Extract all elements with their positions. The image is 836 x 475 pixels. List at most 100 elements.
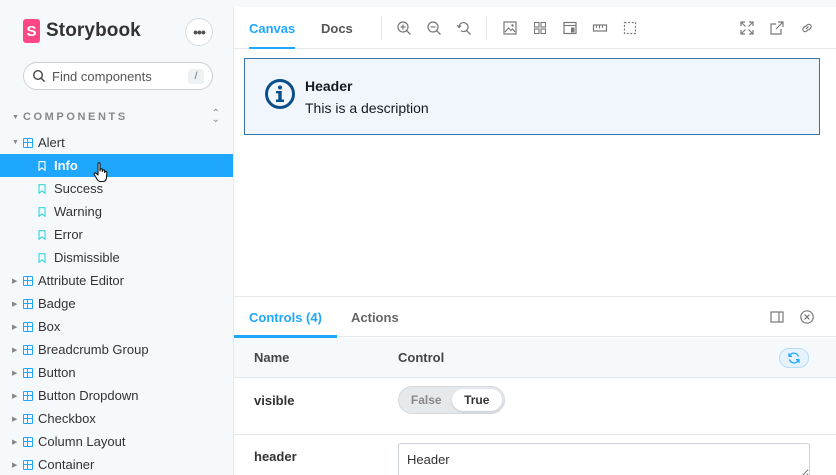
tree-item-button-dropdown[interactable]: ▶ Button Dropdown [0, 384, 233, 407]
tree-item-label: Attribute Editor [38, 273, 124, 288]
control-row-visible: visible False True [234, 378, 836, 435]
tab-controls[interactable]: Controls (4) [234, 297, 337, 338]
reset-controls-button[interactable] [779, 348, 809, 368]
open-new-tab-icon[interactable] [769, 20, 785, 36]
tree-item-label: Button [38, 365, 76, 380]
tree-item-label: Checkbox [38, 411, 96, 426]
brand-name: Storybook [46, 20, 141, 41]
tree-item-attribute-editor[interactable]: ▶ Attribute Editor [0, 269, 233, 292]
alert-header: Header [305, 78, 353, 94]
storybook-brand[interactable]: S Storybook [23, 19, 141, 43]
bookmark-icon [38, 206, 46, 217]
tree-item-label: Column Layout [38, 434, 126, 449]
toggle-true-option[interactable]: True [451, 389, 502, 411]
tree-item-container[interactable]: ▶ Container [0, 453, 233, 475]
background-icon[interactable] [502, 20, 518, 36]
story-item-dismissible[interactable]: Dismissible [0, 246, 233, 269]
sidebar: S Storybook ••• / ▼ COMPONENTS ⌃⌄ ▼ Aler… [0, 0, 233, 475]
story-item-error[interactable]: Error [0, 223, 233, 246]
tree-item-column-layout[interactable]: ▶ Column Layout [0, 430, 233, 453]
sidebar-menu-button[interactable]: ••• [185, 18, 213, 46]
story-item-warning[interactable]: Warning [0, 200, 233, 223]
tree-item-checkbox[interactable]: ▶ Checkbox [0, 407, 233, 430]
toggle-false-option[interactable]: False [401, 389, 452, 411]
bookmark-icon [38, 183, 46, 194]
refresh-icon [788, 352, 800, 364]
control-name: header [254, 449, 297, 464]
tree-item-box[interactable]: ▶ Box [0, 315, 233, 338]
caret-down-icon: ▼ [12, 139, 19, 146]
caret-right-icon: ▶ [12, 392, 18, 400]
component-icon [23, 367, 33, 378]
tree-item-alert[interactable]: ▼ Alert [0, 131, 233, 154]
copy-link-icon[interactable] [799, 20, 815, 36]
story-label: Error [54, 227, 83, 242]
toolbar-divider [486, 16, 487, 40]
alert-description: This is a description [305, 100, 429, 116]
tree-item-badge[interactable]: ▶ Badge [0, 292, 233, 315]
fullscreen-icon[interactable] [739, 20, 755, 36]
tab-docs[interactable]: Docs [321, 7, 353, 49]
bookmark-icon [38, 252, 46, 263]
measure-icon[interactable] [592, 20, 608, 36]
component-icon [23, 344, 33, 355]
tree-item-label: Box [38, 319, 61, 334]
panel-orientation-icon[interactable] [769, 309, 785, 325]
component-icon [23, 390, 33, 401]
story-label: Dismissible [54, 250, 120, 265]
search-box[interactable]: / [23, 62, 213, 90]
bookmark-icon [38, 229, 46, 240]
zoom-reset-icon[interactable] [456, 20, 472, 36]
tree-item-button[interactable]: ▶ Button [0, 361, 233, 384]
caret-down-icon: ▼ [12, 113, 19, 121]
search-shortcut-badge: / [188, 68, 204, 84]
tree-item-label: Alert [38, 135, 65, 150]
caret-right-icon: ▶ [12, 461, 18, 469]
grid-icon[interactable] [532, 20, 548, 36]
tree-item-label: Badge [38, 296, 76, 311]
tree-item-label: Container [38, 457, 95, 472]
tree-item-breadcrumb-group[interactable]: ▶ Breadcrumb Group [0, 338, 233, 361]
boolean-toggle[interactable]: False True [398, 386, 505, 414]
zoom-out-icon[interactable] [426, 20, 442, 36]
hand-pointer-cursor-icon [93, 162, 108, 183]
component-icon [23, 275, 33, 286]
control-row-header: header Header [234, 435, 836, 475]
story-label: Info [54, 158, 78, 173]
story-canvas: Header This is a description [234, 49, 836, 296]
zoom-in-icon[interactable] [396, 20, 412, 36]
search-input[interactable] [52, 68, 172, 84]
caret-right-icon: ▶ [12, 323, 18, 331]
column-control: Control [398, 350, 445, 365]
viewport-icon[interactable] [562, 20, 578, 36]
info-alert: Header This is a description [244, 58, 820, 135]
addon-tabs: Controls (4) Actions [234, 297, 836, 338]
tab-canvas[interactable]: Canvas [249, 7, 296, 50]
component-icon [23, 459, 33, 470]
component-tree: ▼ Alert Info Success Warning Error Dismi… [0, 131, 233, 475]
story-item-info[interactable]: Info [0, 154, 233, 177]
tab-actions[interactable]: Actions [336, 297, 414, 337]
caret-right-icon: ▶ [12, 369, 18, 377]
header-text-input[interactable]: Header [398, 443, 810, 475]
expand-collapse-icon[interactable]: ⌃ ⌄ [212, 109, 220, 125]
story-item-success[interactable]: Success [0, 177, 233, 200]
caret-right-icon: ▶ [12, 277, 18, 285]
outline-icon[interactable] [622, 20, 638, 36]
close-panel-icon[interactable] [799, 309, 815, 325]
control-name: visible [254, 393, 295, 408]
caret-right-icon: ▶ [12, 346, 18, 354]
tree-item-label: Button Dropdown [38, 388, 139, 403]
component-icon [23, 137, 33, 148]
component-icon [23, 298, 33, 309]
components-section-header[interactable]: ▼ COMPONENTS ⌃ ⌄ [12, 109, 220, 125]
controls-table-header: Name Control [234, 338, 836, 378]
section-label: COMPONENTS [22, 111, 128, 123]
component-icon [23, 321, 33, 332]
component-icon [23, 436, 33, 447]
main-panel: Canvas Docs Header This is a description… [233, 7, 836, 475]
component-icon [23, 413, 33, 424]
info-icon [265, 79, 295, 109]
caret-right-icon: ▶ [12, 438, 18, 446]
addons-panel: Controls (4) Actions Name Control visibl… [234, 296, 836, 475]
